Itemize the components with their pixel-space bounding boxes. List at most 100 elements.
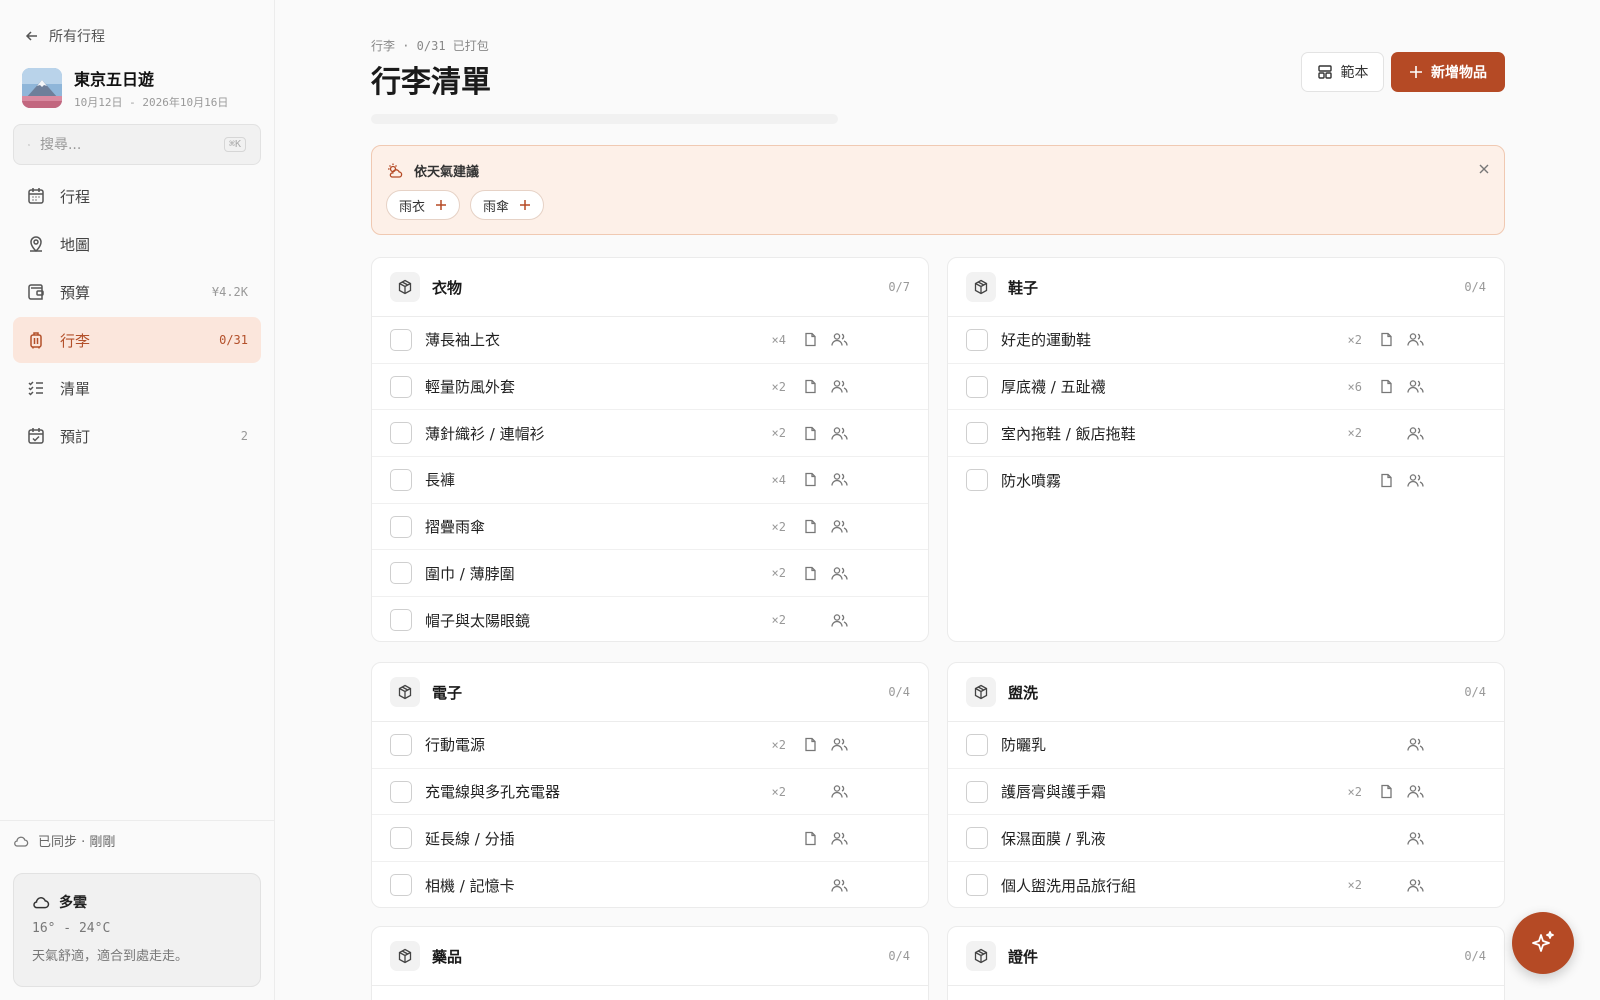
- sidebar-item-map[interactable]: 地圖: [13, 221, 261, 267]
- category-count: 0/4: [1464, 949, 1486, 963]
- users-icon[interactable]: [1407, 737, 1424, 752]
- note-slot: [796, 426, 825, 441]
- users-icon[interactable]: [831, 831, 848, 846]
- item-quantity: ×2: [771, 426, 786, 441]
- users-icon[interactable]: [1407, 379, 1424, 394]
- category-header: 鞋子 0/4: [948, 258, 1504, 317]
- users-icon[interactable]: [1407, 332, 1424, 347]
- item-checkbox[interactable]: [390, 733, 412, 756]
- users-icon[interactable]: [1407, 426, 1424, 441]
- note-icon[interactable]: [1379, 473, 1394, 488]
- wallet-icon: [28, 284, 44, 300]
- assignee-slot: [825, 613, 854, 628]
- note-icon[interactable]: [803, 379, 818, 394]
- item-checkbox[interactable]: [390, 422, 412, 445]
- suggestion-chip-raincoat[interactable]: 雨衣: [386, 190, 461, 220]
- users-icon[interactable]: [831, 426, 848, 441]
- item-name: 長褲: [425, 471, 456, 490]
- item-checkbox[interactable]: [390, 328, 412, 351]
- users-icon[interactable]: [831, 784, 848, 799]
- note-slot: [1372, 379, 1401, 394]
- sidebar-item-itinerary[interactable]: 行程: [13, 173, 261, 219]
- item-checkbox[interactable]: [390, 780, 412, 803]
- item-checkbox[interactable]: [966, 375, 988, 398]
- assignee-slot: [825, 737, 854, 752]
- note-icon[interactable]: [1379, 379, 1394, 394]
- template-button[interactable]: 範本: [1301, 52, 1384, 92]
- item-checkbox[interactable]: [390, 515, 412, 538]
- sidebar-item-bookings[interactable]: 預訂 2: [13, 413, 261, 459]
- users-icon[interactable]: [1407, 831, 1424, 846]
- item-checkbox[interactable]: [966, 827, 988, 850]
- users-icon[interactable]: [831, 519, 848, 534]
- item-checkbox[interactable]: [390, 827, 412, 850]
- sidebar-item-label: 地圖: [60, 235, 91, 254]
- users-icon[interactable]: [831, 613, 848, 628]
- chip-label: 雨衣: [399, 199, 426, 215]
- users-icon[interactable]: [1407, 784, 1424, 799]
- search-input[interactable]: [39, 136, 214, 153]
- item-checkbox[interactable]: [966, 780, 988, 803]
- item-quantity: ×4: [771, 472, 786, 487]
- item-checkbox[interactable]: [966, 733, 988, 756]
- item-checkbox[interactable]: [390, 375, 412, 398]
- item-checkbox[interactable]: [966, 422, 988, 445]
- packing-item: 薄針織衫 / 連帽衫 ×2: [372, 410, 928, 458]
- note-icon[interactable]: [803, 332, 818, 347]
- sidebar-item-label: 行李: [60, 331, 91, 350]
- assignee-slot: [1401, 379, 1430, 394]
- suggestion-chip-umbrella[interactable]: 雨傘: [470, 190, 545, 220]
- category-icon: [966, 272, 996, 302]
- users-icon[interactable]: [1407, 878, 1424, 893]
- add-item-button[interactable]: 新增物品: [1391, 52, 1505, 92]
- category-count: 0/7: [888, 280, 910, 294]
- note-icon[interactable]: [803, 472, 818, 487]
- category-card: 鞋子 0/4 好走的運動鞋 ×2 厚底襪 / 五趾襪 ×6 室內拖鞋 / 飯店拖鞋 ×2 防水噴…: [947, 257, 1505, 642]
- back-to-all-trips[interactable]: 所有行程: [24, 26, 105, 46]
- users-icon[interactable]: [831, 379, 848, 394]
- category-name: 藥品: [432, 947, 463, 966]
- sidebar-item-packing[interactable]: 行李 0/31: [13, 317, 261, 363]
- note-icon[interactable]: [803, 519, 818, 534]
- users-icon[interactable]: [831, 878, 848, 893]
- users-icon[interactable]: [831, 737, 848, 752]
- package-icon: [398, 948, 412, 964]
- sidebar-item-label: 行程: [60, 187, 91, 206]
- item-name: 相機 / 記憶卡: [425, 876, 515, 895]
- note-icon[interactable]: [803, 831, 818, 846]
- note-icon[interactable]: [803, 426, 818, 441]
- item-checkbox[interactable]: [390, 609, 412, 632]
- close-icon: [1479, 164, 1489, 174]
- item-name: 延長線 / 分插: [425, 829, 515, 848]
- close-suggestion-button[interactable]: [1478, 160, 1490, 179]
- item-checkbox[interactable]: [390, 562, 412, 585]
- sidebar-item-checklist[interactable]: 清單: [13, 365, 261, 411]
- note-slot: [796, 737, 825, 752]
- item-name: 厚底襪 / 五趾襪: [1001, 378, 1106, 397]
- ai-assistant-button[interactable]: [1512, 912, 1574, 974]
- calendar-check-icon: [28, 428, 44, 444]
- users-icon[interactable]: [831, 472, 848, 487]
- item-checkbox[interactable]: [966, 328, 988, 351]
- note-icon[interactable]: [1379, 784, 1394, 799]
- note-icon[interactable]: [1379, 332, 1394, 347]
- assignee-slot: [825, 784, 854, 799]
- template-label: 範本: [1340, 65, 1369, 81]
- users-icon[interactable]: [831, 332, 848, 347]
- item-checkbox[interactable]: [966, 874, 988, 897]
- item-checkbox[interactable]: [390, 874, 412, 897]
- trip-title: 東京五日遊: [74, 70, 155, 89]
- users-icon[interactable]: [831, 566, 848, 581]
- note-icon[interactable]: [803, 566, 818, 581]
- sidebar-item-budget[interactable]: 預算 ¥4.2K: [13, 269, 261, 315]
- sidebar: 所有行程 東京五日遊 10月12日 - 2026年10月16日 ⌘K 行程: [0, 0, 275, 1000]
- item-checkbox[interactable]: [966, 469, 988, 492]
- plus-icon: [520, 200, 531, 210]
- assignee-slot: [825, 566, 854, 581]
- note-icon[interactable]: [803, 737, 818, 752]
- category-name: 衣物: [432, 278, 463, 297]
- sync-status: 已同步 · 剛剛: [0, 820, 275, 860]
- item-checkbox[interactable]: [390, 468, 412, 491]
- users-icon[interactable]: [1407, 473, 1424, 488]
- packing-item: 好走的運動鞋 ×2: [948, 317, 1504, 364]
